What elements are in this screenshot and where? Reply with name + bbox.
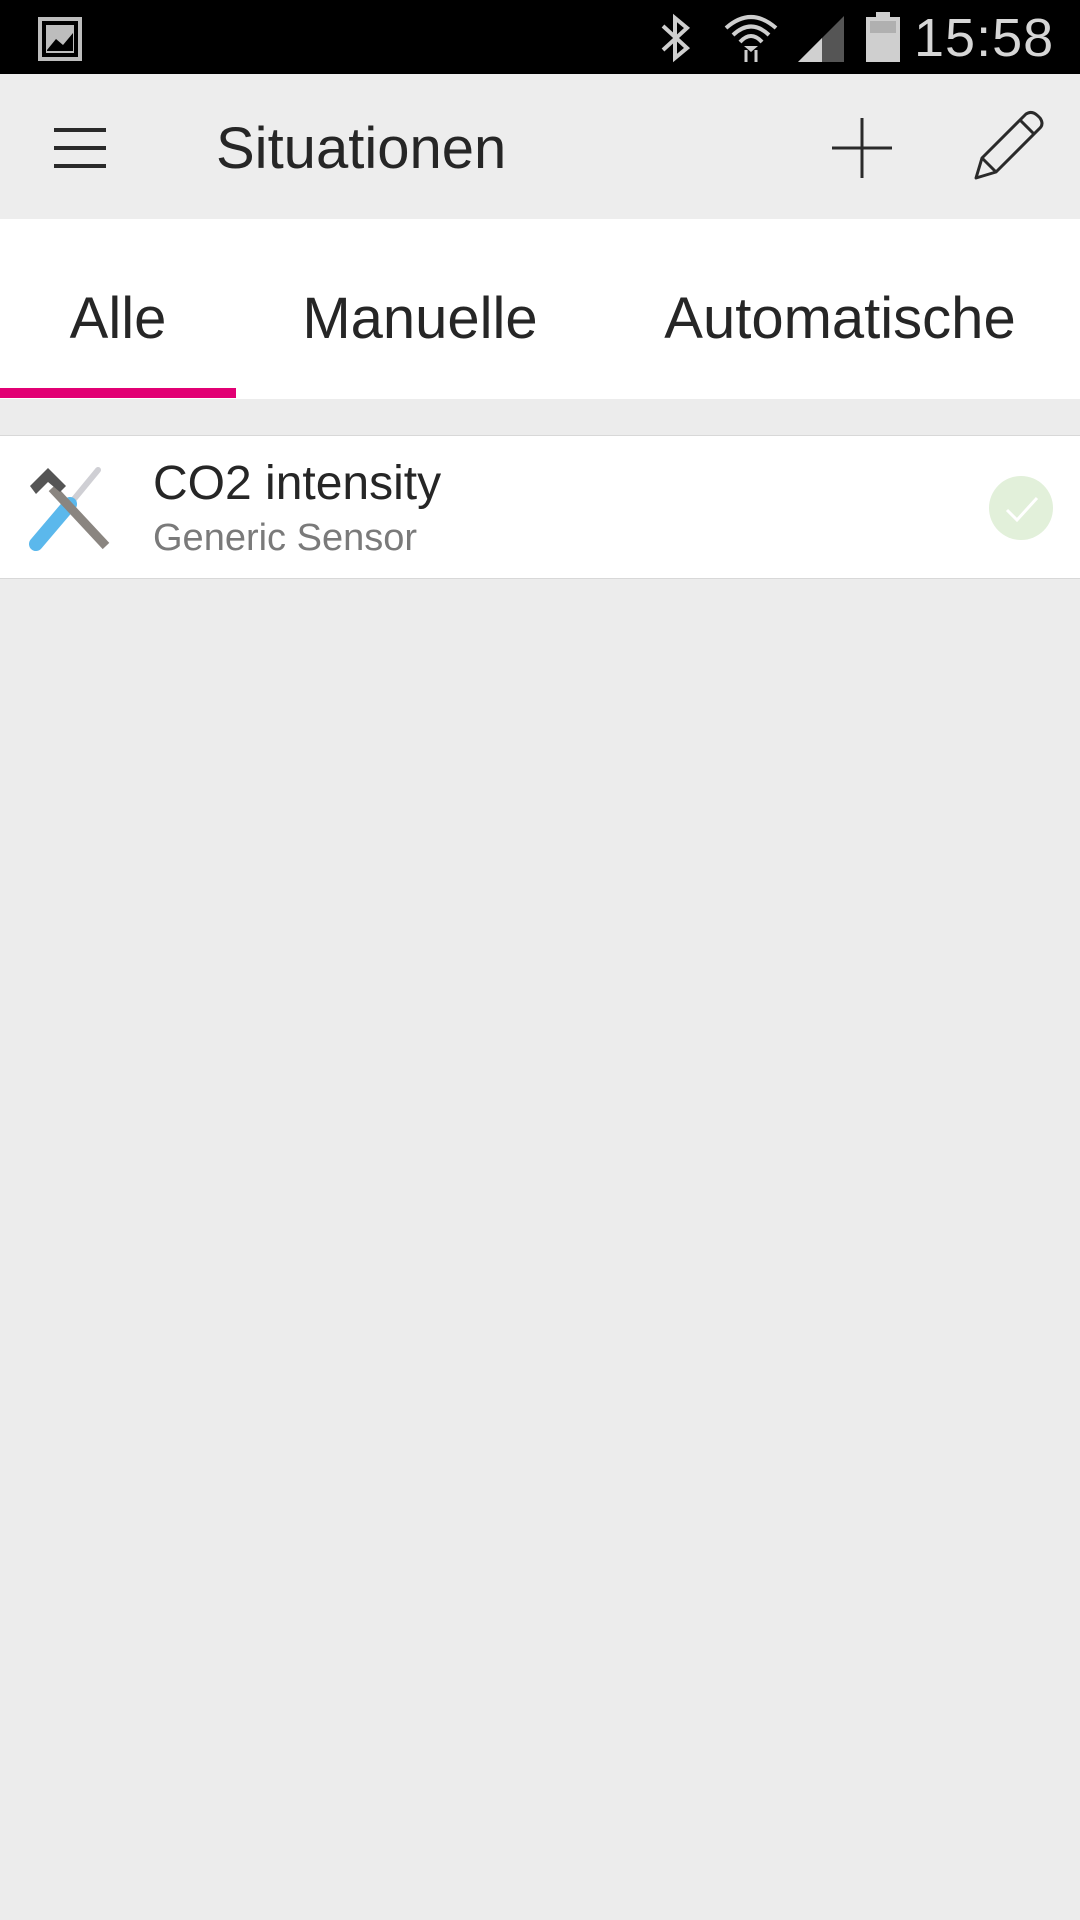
app-bar: Situationen <box>0 74 1080 219</box>
hamburger-menu-icon[interactable] <box>40 108 120 188</box>
battery-icon <box>866 12 900 62</box>
status-time: 15:58 <box>914 8 1055 68</box>
wifi-icon <box>722 10 780 64</box>
situation-subtitle: Generic Sensor <box>153 517 418 559</box>
check-icon <box>989 476 1053 540</box>
plus-icon[interactable] <box>822 108 902 188</box>
pencil-icon[interactable] <box>966 104 1050 188</box>
bluetooth-icon <box>655 12 697 64</box>
situation-title: CO2 intensity <box>153 457 442 510</box>
tab-bar: Alle Manuelle Automatische <box>0 219 1080 399</box>
tools-icon <box>26 466 116 552</box>
page-title: Situationen <box>216 116 507 181</box>
signal-icon <box>796 14 846 64</box>
tab-alle[interactable]: Alle <box>0 219 236 399</box>
tab-automatische[interactable]: Automatische <box>650 219 1030 399</box>
selected-tab-indicator <box>0 388 236 398</box>
status-bar: 15:58 <box>0 0 1080 74</box>
tab-manuelle[interactable]: Manuelle <box>280 219 560 399</box>
list-item[interactable]: CO2 intensity Generic Sensor <box>0 435 1080 579</box>
gallery-icon <box>38 17 82 61</box>
